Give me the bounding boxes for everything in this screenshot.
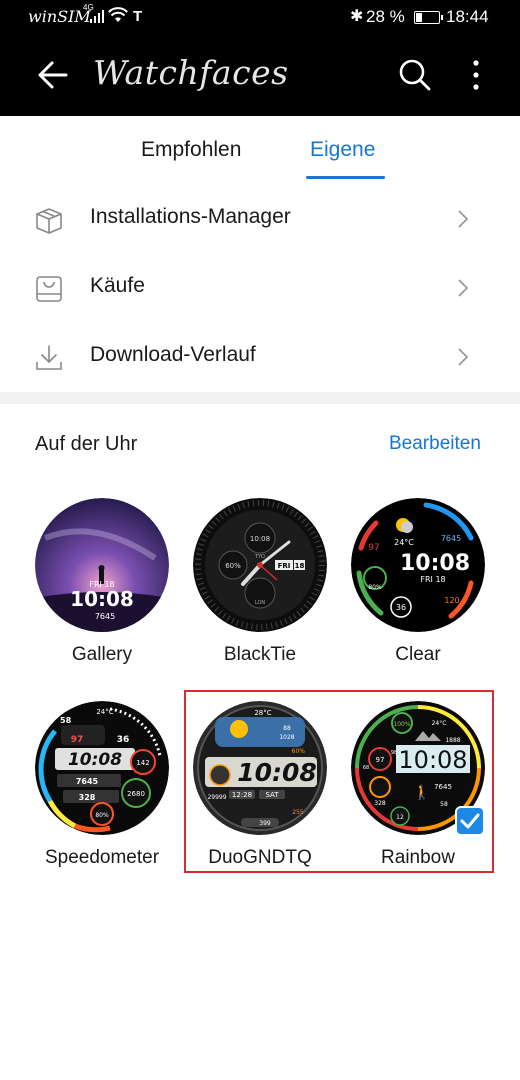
face-time: 10:08 <box>250 535 270 543</box>
status-bar: winSIM 4G T ✱ 28 % 18:44 <box>0 0 520 34</box>
face-cal: 120 <box>444 596 459 605</box>
menu-item-label: Käufe <box>90 274 145 297</box>
menu-item-kaeufe[interactable]: Käufe <box>0 254 520 322</box>
face-kcal: 142 <box>136 759 149 767</box>
section-title: Auf der Uhr <box>35 433 138 455</box>
tab-eigene[interactable]: Eigene <box>310 138 375 162</box>
section-divider <box>0 392 520 404</box>
face-battery: 60% <box>225 562 241 570</box>
watchface-gallery-preview: FRI 18 10:08 7645 <box>35 498 169 632</box>
watchface-label: Speedometer <box>44 847 160 868</box>
face-temp: 24°C <box>96 708 113 716</box>
watchface-label: Gallery <box>71 644 133 665</box>
tab-bar: Empfohlen Eigene <box>0 116 520 184</box>
face-distance: 2680 <box>127 790 145 798</box>
battery-icon <box>414 11 443 24</box>
face-top-value: 58 <box>60 716 72 725</box>
battery-percent: 28 % <box>366 7 405 26</box>
signal-strength-icon <box>90 10 104 23</box>
menu-item-download-verlauf[interactable]: Download-Verlauf <box>0 323 520 391</box>
more-vert-icon[interactable] <box>468 58 484 92</box>
face-city1: TYO <box>254 554 265 560</box>
menu-item-label: Download-Verlauf <box>90 343 256 366</box>
face-stress: 36 <box>117 735 130 745</box>
chevron-right-icon <box>458 348 469 366</box>
face-hr: 97 <box>368 543 379 553</box>
wifi-icon <box>108 7 128 22</box>
watchface-blacktie-preview: 10:08 60% FRI 18 TYO LON <box>193 498 327 632</box>
download-icon <box>36 345 62 370</box>
bluetooth-icon: ✱ <box>350 8 364 25</box>
search-icon[interactable] <box>398 58 432 92</box>
face-steps: 7645 <box>95 612 115 621</box>
face-time: 10:08 <box>400 551 470 576</box>
menu-item-installations-manager[interactable]: Installations-Manager <box>0 185 520 253</box>
package-box-icon <box>36 208 62 234</box>
back-arrow-icon[interactable] <box>36 58 70 92</box>
menu-item-label: Installations-Manager <box>90 205 291 228</box>
top-app-bar: winSIM 4G T ✱ 28 % 18:44 Watchfaces <box>0 0 520 116</box>
watchface-speedometer-preview: 58 24°C 97 36 10:08 142 7645 328 2680 80… <box>35 701 169 835</box>
page-title: Watchfaces <box>93 53 289 92</box>
face-day: 18 <box>295 562 305 570</box>
watchface-label: Clear <box>395 644 441 665</box>
chevron-right-icon <box>458 279 469 297</box>
face-battery: 80% <box>95 812 109 819</box>
highlight-selection-box <box>184 690 494 873</box>
face-city2: LON <box>255 600 266 606</box>
watchface-clear[interactable]: 24°C 7645 97 80% 10:08 FRI 18 36 120 <box>351 498 485 632</box>
watchface-speedometer[interactable]: 58 24°C 97 36 10:08 142 7645 328 2680 80… <box>35 701 169 835</box>
edit-button[interactable]: Bearbeiten <box>389 433 481 455</box>
face-cal: 328 <box>79 793 96 802</box>
face-steps: 7645 <box>441 534 461 543</box>
face-activity: 36 <box>396 603 406 612</box>
watchface-blacktie[interactable]: 10:08 60% FRI 18 TYO LON <box>193 498 327 632</box>
carrier-name: winSIM <box>28 7 91 26</box>
face-temp: 24°C <box>394 538 414 547</box>
face-time: 10:08 <box>68 750 122 770</box>
operator-icon: T <box>133 8 143 25</box>
face-date: FRI 18 <box>420 575 445 584</box>
watchface-label: BlackTie <box>223 644 297 665</box>
face-date: FRI <box>278 562 291 570</box>
chevron-right-icon <box>458 210 469 228</box>
active-tab-indicator <box>306 176 385 179</box>
face-battery: 80% <box>368 584 382 591</box>
face-time: 10:08 <box>70 587 134 611</box>
watchface-gallery[interactable]: FRI 18 10:08 7645 <box>35 498 169 632</box>
tab-empfohlen[interactable]: Empfohlen <box>141 138 241 162</box>
face-steps: 7645 <box>76 777 99 786</box>
shopping-bag-icon <box>36 276 62 302</box>
watchface-clear-preview: 24°C 7645 97 80% 10:08 FRI 18 36 120 <box>351 498 485 632</box>
face-hr: 97 <box>71 735 84 745</box>
status-time: 18:44 <box>446 7 489 26</box>
